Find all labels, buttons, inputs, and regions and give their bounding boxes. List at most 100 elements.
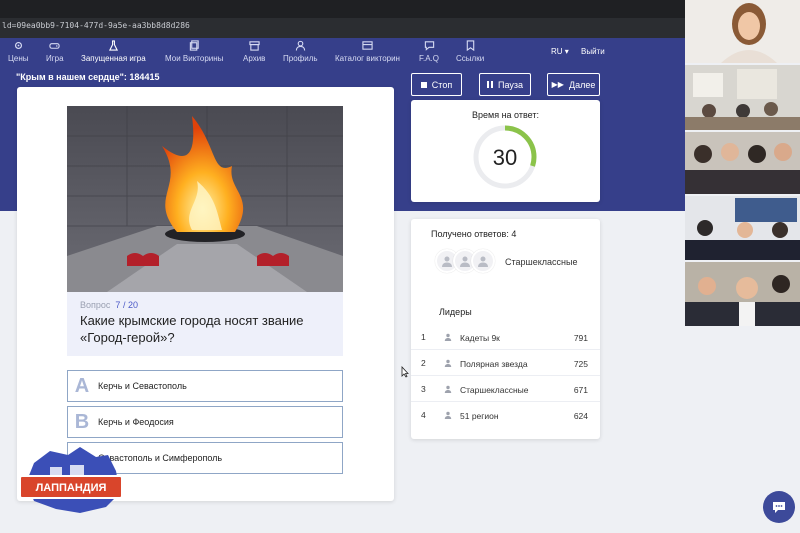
catalog-icon: [362, 41, 373, 50]
nav-item-running-game[interactable]: Запущенная игра: [81, 40, 146, 68]
pause-label: Пауза: [497, 79, 523, 90]
timer-value: 30: [493, 145, 517, 170]
nav-label: Архив: [243, 54, 266, 63]
leader-score: 624: [573, 411, 588, 421]
nav-label: Цены: [8, 54, 29, 63]
quiz-title: "Крым в нашем сердце": 184415: [16, 72, 160, 82]
avatar: [471, 249, 495, 273]
leader-name: 51 регион: [460, 411, 499, 421]
leader-score: 725: [573, 359, 588, 369]
answers-received: Получено ответов: 4: [431, 229, 517, 239]
fast-forward-icon: ▶▶: [551, 80, 564, 89]
bookmark-icon: [466, 40, 474, 51]
user-icon: [444, 333, 452, 341]
leader-rank: 1: [421, 332, 426, 342]
nav-item-catalog[interactable]: Каталог викторин: [335, 40, 400, 68]
video-tile-host: [685, 0, 800, 63]
user-icon: [444, 359, 452, 367]
question-text: Какие крымские города носят звание «Горо…: [80, 313, 304, 345]
question-box: Вопрос 7 / 20 Какие крымские города нося…: [67, 292, 343, 356]
participant-video: [685, 132, 800, 194]
nav-item-game[interactable]: Игра: [46, 40, 64, 68]
nav-item-prices[interactable]: Цены: [8, 40, 29, 68]
stop-button[interactable]: Стоп: [411, 73, 462, 96]
question-prefix: Вопрос: [80, 300, 111, 310]
user-icon: [295, 40, 305, 51]
language-select[interactable]: RU ▾: [551, 47, 569, 56]
question-total: 20: [127, 300, 138, 310]
option-letter: B: [74, 410, 90, 433]
leaders-title: Лидеры: [439, 307, 472, 317]
answer-option-a[interactable]: A Керчь и Севастополь: [67, 370, 343, 402]
user-icon: [460, 256, 470, 267]
video-tile-classroom-4: [685, 262, 800, 326]
question-current: 7: [115, 300, 121, 310]
timer-label: Время на ответ:: [472, 110, 539, 120]
nav-item-links[interactable]: Ссылки: [456, 40, 484, 68]
nav-label: Запущенная игра: [81, 54, 146, 63]
question-counter: Вопрос 7 / 20: [80, 300, 138, 310]
leader-rank: 2: [421, 358, 426, 368]
participant-video: [685, 262, 800, 326]
nav-label: F.A.Q: [419, 54, 440, 63]
leader-name: Кадеты 9к: [460, 333, 500, 343]
language-label: RU: [551, 47, 563, 56]
leader-row: 3 Старшеклассные 671: [411, 376, 600, 402]
answer-option-b[interactable]: B Керчь и Феодосия: [67, 406, 343, 438]
lapland-logo-text: ЛАППАНДИЯ: [36, 482, 107, 494]
logout-link[interactable]: Выйти: [581, 47, 605, 56]
leader-score: 671: [573, 385, 588, 395]
stop-label: Стоп: [431, 79, 453, 90]
timer-ring: 30: [473, 125, 537, 189]
nav-item-faq[interactable]: F.A.Q: [419, 40, 439, 68]
pause-icon: [486, 81, 493, 88]
video-tile-classroom-1: [685, 65, 800, 130]
nav-label: Каталог викторин: [335, 54, 400, 63]
user-icon: [442, 256, 452, 267]
leader-score: 791: [573, 333, 588, 343]
browser-tabstrip: [0, 0, 685, 18]
next-button[interactable]: ▶▶ Далее: [547, 73, 600, 96]
user-icon: [444, 385, 452, 393]
gamepad-icon: [49, 43, 60, 49]
leader-row: 4 51 регион 624: [411, 402, 600, 428]
nav-label: Профиль: [283, 54, 318, 63]
participant-video: [685, 196, 800, 260]
leader-row: 2 Полярная звезда 725: [411, 350, 600, 376]
archive-icon: [249, 41, 260, 51]
timer-card: Время на ответ: 30: [411, 100, 600, 202]
leader-rank: 4: [421, 410, 426, 420]
nav-label: Мои Викторины: [165, 54, 224, 63]
nav-label: Ссылки: [456, 54, 485, 63]
pause-button[interactable]: Пауза: [479, 73, 531, 96]
eternal-flame-image: [67, 106, 343, 292]
answers-card: Получено ответов: 4 Старшеклассные Лидер…: [411, 219, 600, 439]
top-nav: Цены Игра Запущенная игра Мои Викторины …: [0, 38, 685, 68]
chat-button[interactable]: [763, 491, 795, 523]
nav-item-archive[interactable]: Архив: [243, 40, 265, 68]
help-icon: [424, 41, 434, 51]
participant-video: [685, 65, 800, 130]
nav-item-my-quizzes[interactable]: Мои Викторины: [165, 40, 223, 68]
mouse-cursor-icon: [401, 366, 409, 378]
video-tile-classroom-3: [685, 196, 800, 260]
leader-rank: 3: [421, 384, 426, 394]
stop-icon: [420, 81, 427, 88]
option-text: Керчь и Феодосия: [98, 417, 174, 427]
question-separator: /: [122, 300, 126, 310]
user-icon: [478, 256, 488, 267]
leader-row: 1 Кадеты 9к 791: [411, 324, 600, 350]
leader-name: Полярная звезда: [460, 359, 528, 369]
chat-icon: [773, 502, 785, 513]
browser-bar: ld=09ea0bb9-7104-477d-9a5e-aa3bb8d8d286: [0, 0, 685, 38]
video-participants: [685, 0, 800, 533]
address-bar[interactable]: ld=09ea0bb9-7104-477d-9a5e-aa3bb8d8d286: [2, 21, 190, 30]
nav-item-profile[interactable]: Профиль: [283, 40, 318, 68]
option-text: Керчь и Севастополь: [98, 381, 187, 391]
participant-video: [685, 0, 800, 63]
copy-icon: [189, 40, 199, 51]
video-tile-classroom-2: [685, 132, 800, 194]
next-label: Далее: [568, 79, 596, 90]
option-letter: A: [74, 374, 90, 397]
lapland-logo: ЛАППАНДИЯ: [20, 447, 123, 513]
